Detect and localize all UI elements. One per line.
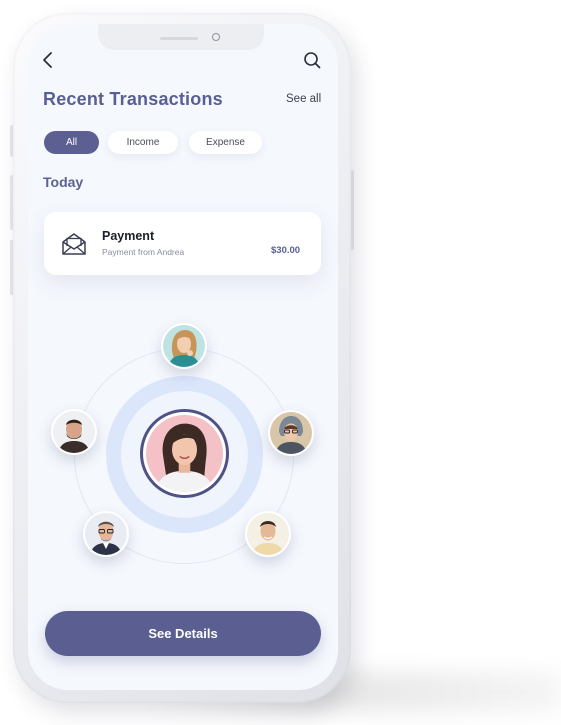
search-icon bbox=[304, 52, 321, 69]
avatar-contact-top[interactable] bbox=[161, 323, 207, 369]
transaction-amount: $30.00 bbox=[271, 245, 301, 256]
phone-notch bbox=[98, 24, 264, 50]
see-details-button[interactable]: See Details bbox=[45, 611, 321, 656]
avatar-contact-left[interactable] bbox=[51, 409, 97, 455]
back-button[interactable] bbox=[40, 51, 56, 69]
page-title: Recent Transactions bbox=[43, 89, 223, 109]
transaction-card[interactable]: Payment Payment from Andrea $30.00 bbox=[44, 212, 321, 275]
see-all-link[interactable]: See all bbox=[286, 93, 321, 105]
speaker-grille bbox=[160, 37, 198, 40]
avatar-contact-bottom-left[interactable] bbox=[83, 511, 129, 557]
filter-chip-income[interactable]: Income bbox=[108, 131, 178, 154]
avatar-contact-bottom-right[interactable] bbox=[245, 511, 291, 557]
avatar-selected-contact[interactable] bbox=[140, 409, 229, 498]
search-button[interactable] bbox=[302, 50, 322, 70]
chevron-left-icon bbox=[43, 52, 52, 68]
transaction-subtitle: Payment from Andrea bbox=[102, 247, 185, 257]
app-screen: Recent Transactions See all All Income E… bbox=[28, 24, 338, 690]
front-camera bbox=[212, 33, 220, 41]
filter-chip-expense[interactable]: Expense bbox=[189, 131, 262, 154]
envelope-icon bbox=[61, 232, 87, 256]
section-heading-today: Today bbox=[43, 174, 84, 190]
avatar-contact-right[interactable] bbox=[268, 410, 314, 456]
filter-chip-all[interactable]: All bbox=[44, 131, 99, 154]
transaction-title: Payment bbox=[102, 229, 155, 243]
